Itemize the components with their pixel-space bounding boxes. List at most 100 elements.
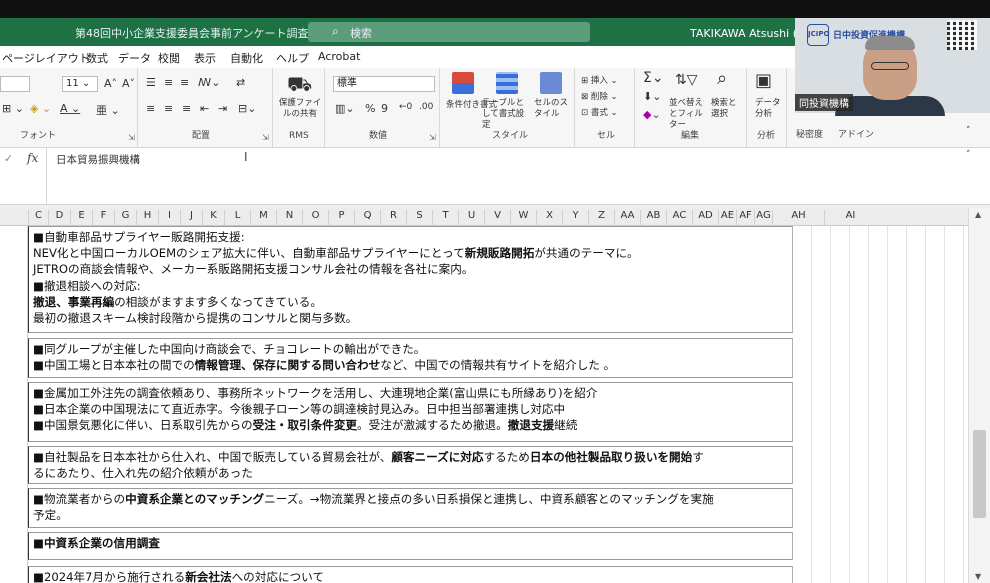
font-color-icon[interactable]: A ⌄ (60, 102, 80, 115)
currency-icon[interactable]: ▥⌄ (335, 102, 355, 115)
column-header-d[interactable]: D (48, 210, 70, 226)
column-header-af[interactable]: AF (736, 210, 754, 226)
collapse-ribbon-icon[interactable]: ˄ (966, 126, 971, 136)
column-header-u[interactable]: U (458, 210, 484, 226)
column-header-s[interactable]: S (406, 210, 432, 226)
column-header-z[interactable]: Z (588, 210, 614, 226)
fill-color-icon[interactable]: ◈ ⌄ (30, 102, 51, 115)
align-bottom-icon[interactable]: ≡ (180, 76, 189, 89)
column-header-i[interactable]: I (158, 210, 180, 226)
column-header-y[interactable]: Y (562, 210, 588, 226)
autosum-icon[interactable]: Σ⌄ (643, 70, 664, 86)
collapse-formula-icon[interactable]: ˄ (966, 150, 971, 160)
column-header-v[interactable]: V (484, 210, 510, 226)
column-header-n[interactable]: N (276, 210, 302, 226)
sort-filter-icon[interactable]: ⇅▽ (675, 72, 698, 88)
tab-data[interactable]: データ (118, 50, 151, 66)
conditional-format-icon[interactable] (452, 72, 474, 94)
tab-formulas[interactable]: 数式 (86, 50, 108, 66)
column-header-w[interactable]: W (510, 210, 536, 226)
column-header-m[interactable]: M (250, 210, 276, 226)
decrease-indent-icon[interactable]: ⇤ (200, 102, 209, 115)
shrink-font-icon[interactable]: A˅ (122, 77, 135, 90)
column-header-aa[interactable]: AA (614, 210, 640, 226)
orientation-icon[interactable]: ꟿ⌄ (198, 76, 220, 89)
delete-button[interactable]: ⊠ 削除 ⌄ (581, 90, 618, 102)
increase-indent-icon[interactable]: ⇥ (218, 102, 227, 115)
tab-view[interactable]: 表示 (194, 50, 216, 66)
merged-cell[interactable]: ■自社製品を日本本社から仕入れ、中国で販売している貿易会社が、顧客ニーズに対応す… (28, 446, 793, 484)
number-format-box[interactable]: 標準 (333, 76, 435, 92)
merged-cell[interactable]: ■中資系企業の信用調査 (28, 532, 793, 560)
alignment-launcher-icon[interactable]: ⇲ (262, 133, 269, 142)
merged-cell[interactable]: ■自動車部品サプライヤー販路開拓支援: NEV化と中国ローカルOEMのシェア拡大に… (28, 226, 793, 333)
align-right-icon[interactable]: ≡ (182, 102, 191, 115)
vertical-scrollbar[interactable]: ▲ ▼ (968, 208, 990, 583)
column-header-e[interactable]: E (70, 210, 92, 226)
column-header-ab[interactable]: AB (640, 210, 666, 226)
scroll-up-icon[interactable]: ▲ (975, 210, 981, 219)
protect-file-icon[interactable]: ⛟ (287, 72, 312, 99)
column-header-ad[interactable]: AD (692, 210, 718, 226)
column-header-c[interactable]: C (28, 210, 48, 226)
fill-icon[interactable]: ⬇⌄ (643, 90, 661, 103)
clear-icon[interactable]: ◆⌄ (643, 108, 661, 121)
number-launcher-icon[interactable]: ⇲ (429, 133, 436, 142)
increase-decimal-icon[interactable]: ←0 (399, 102, 412, 112)
wrap-text-icon[interactable]: ⇄ (236, 76, 245, 89)
font-size-box[interactable]: 11 ⌄ (62, 76, 98, 92)
tab-help[interactable]: ヘルプ (276, 50, 309, 66)
sort-filter-button[interactable]: 並べ替えとフィルター (669, 98, 705, 131)
align-left-icon[interactable]: ≡ (146, 102, 155, 115)
column-header-r[interactable]: R (380, 210, 406, 226)
table-format-icon[interactable] (496, 72, 518, 94)
search-box[interactable]: ⌕ 検索 (308, 22, 590, 42)
tab-page-layout[interactable]: ページレイアウト (2, 50, 90, 66)
column-header-ag[interactable]: AG (754, 210, 772, 226)
percent-icon[interactable]: % (365, 102, 375, 115)
decrease-decimal-icon[interactable]: .00 (419, 102, 433, 112)
grow-font-icon[interactable]: A˄ (104, 77, 117, 90)
column-header-t[interactable]: T (432, 210, 458, 226)
table-format-button[interactable]: テーブルとして書式設定 (482, 98, 528, 131)
column-header-ac[interactable]: AC (666, 210, 692, 226)
tab-automate[interactable]: 自動化 (230, 50, 263, 66)
font-name-box[interactable] (0, 76, 30, 92)
protect-share-button[interactable]: 保護ファイルの共有 (277, 98, 323, 120)
column-header-f[interactable]: F (92, 210, 114, 226)
find-select-button[interactable]: 検索と選択 (711, 98, 743, 120)
column-header-p[interactable]: P (328, 210, 354, 226)
cell-style-button[interactable]: セルのスタイル (534, 98, 574, 120)
insert-button[interactable]: ⊞ 挿入 ⌄ (581, 74, 618, 86)
phonetic-icon[interactable]: 亜 ⌄ (96, 102, 120, 118)
enter-check-icon[interactable]: ✓ (4, 152, 13, 165)
column-header-ae[interactable]: AE (718, 210, 736, 226)
cell-style-icon[interactable] (540, 72, 562, 94)
insert-function-icon[interactable]: fx (27, 151, 38, 165)
column-header-x[interactable]: X (536, 210, 562, 226)
column-header-j[interactable]: J (180, 210, 202, 226)
align-center-icon[interactable]: ≡ (164, 102, 173, 115)
column-header-q[interactable]: Q (354, 210, 380, 226)
data-analysis-icon[interactable]: ▣ (755, 70, 772, 91)
align-top-icon[interactable]: ☰ (146, 76, 156, 89)
column-header-k[interactable]: K (202, 210, 224, 226)
column-header-ah[interactable]: AH (772, 210, 824, 226)
comma-icon[interactable]: 9 (381, 102, 388, 115)
find-icon[interactable]: ⌕ (717, 68, 727, 89)
column-header-h[interactable]: H (136, 210, 158, 226)
font-launcher-icon[interactable]: ⇲ (128, 133, 135, 142)
column-header-ai[interactable]: AI (824, 210, 876, 226)
column-header-o[interactable]: O (302, 210, 328, 226)
tab-review[interactable]: 校閲 (158, 50, 180, 66)
scroll-thumb[interactable] (973, 430, 986, 518)
column-header-g[interactable]: G (114, 210, 136, 226)
merged-cell[interactable]: ■金属加工外注先の調査依頼あり、事務所ネットワークを活用し、大連現地企業(富山県… (28, 382, 793, 442)
scroll-down-icon[interactable]: ▼ (975, 572, 981, 581)
merged-cell[interactable]: ■2024年7月から施行される新会社法への対応について (28, 566, 793, 583)
column-header-l[interactable]: L (224, 210, 250, 226)
merged-cell[interactable]: ■同グループが主催した中国向け商談会で、チョコレートの輸出ができた。 ■中国工場と… (28, 338, 793, 378)
align-middle-icon[interactable]: ≡ (164, 76, 173, 89)
tab-acrobat[interactable]: Acrobat (318, 50, 360, 63)
format-button[interactable]: ⊡ 書式 ⌄ (581, 106, 618, 118)
